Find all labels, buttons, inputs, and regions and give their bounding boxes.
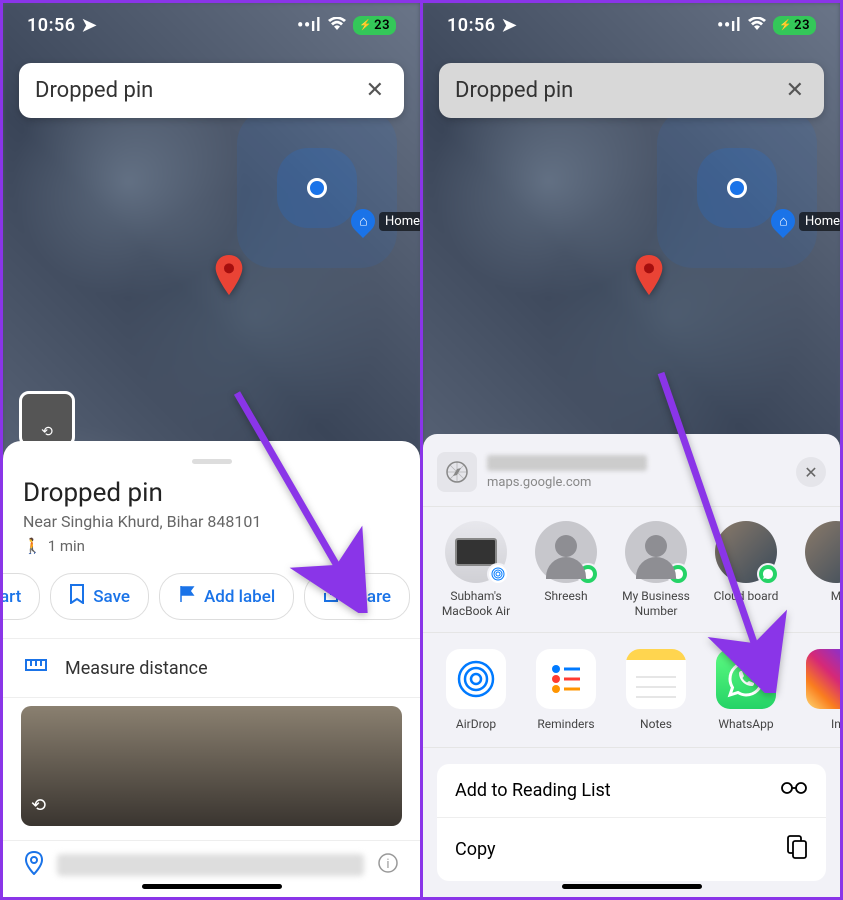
home-marker[interactable]: Home <box>771 209 840 233</box>
streetview-banner[interactable] <box>21 706 402 826</box>
contact-avatar <box>805 521 840 583</box>
whatsapp-badge-icon <box>577 563 599 585</box>
contact-item[interactable]: Shreesh <box>529 521 603 618</box>
streetview-thumbnail[interactable] <box>19 391 75 447</box>
measure-label: Measure distance <box>65 658 208 679</box>
share-button[interactable]: Share <box>304 573 410 620</box>
apps-row[interactable]: AirDrop Reminders Notes WhatsApp In <box>423 633 840 748</box>
status-time: 10:56 <box>447 15 496 36</box>
share-close-button[interactable]: ✕ <box>796 457 826 487</box>
walk-time: 🚶 1 min <box>3 531 420 555</box>
contact-avatar <box>445 521 507 583</box>
start-button[interactable]: art <box>3 573 40 620</box>
safari-icon <box>437 452 477 492</box>
home-indicator[interactable] <box>562 884 702 889</box>
contact-item[interactable]: My Business Number <box>619 521 693 618</box>
search-bar[interactable]: ✕ <box>19 63 404 118</box>
instagram-icon <box>806 649 840 709</box>
share-sheet[interactable]: maps.google.com ✕ Subham's MacBook Air S… <box>423 434 840 897</box>
current-location-dot <box>307 178 327 198</box>
app-whatsapp[interactable]: WhatsApp <box>709 649 783 731</box>
dropped-pin-marker[interactable] <box>635 255 663 295</box>
signal-icon: ••ıl <box>717 15 741 36</box>
search-input[interactable] <box>35 78 362 103</box>
place-address: Near Singhia Khurd, Bihar 848101 <box>3 508 420 531</box>
share-domain: maps.google.com <box>487 475 786 490</box>
share-title-blurred <box>487 455 647 471</box>
app-airdrop[interactable]: AirDrop <box>439 649 513 731</box>
home-label: Home <box>379 212 420 231</box>
status-bar: 10:56 ➤ ••ıl ⚡23 <box>423 3 840 47</box>
add-reading-list-row[interactable]: Add to Reading List <box>437 764 826 818</box>
walk-icon: 🚶 <box>23 537 42 555</box>
location-arrow-icon: ➤ <box>502 15 518 36</box>
airdrop-badge-icon <box>487 563 509 585</box>
copy-icon <box>786 834 808 865</box>
coordinates-blurred <box>57 854 364 876</box>
current-location-dot <box>727 178 747 198</box>
contact-avatar <box>715 521 777 583</box>
battery-badge: ⚡23 <box>773 16 816 35</box>
location-arrow-icon: ➤ <box>82 15 98 36</box>
search-bar[interactable]: ✕ <box>439 63 824 118</box>
sheet-handle[interactable] <box>192 459 232 464</box>
contact-item[interactable]: Subham's MacBook Air <box>439 521 513 618</box>
save-button[interactable]: Save <box>50 573 149 620</box>
glasses-icon <box>780 780 808 801</box>
share-action-list: Add to Reading List Copy <box>437 764 826 881</box>
flag-icon <box>178 585 196 608</box>
contact-avatar <box>535 521 597 583</box>
app-notes[interactable]: Notes <box>619 649 693 731</box>
reminders-icon <box>536 649 596 709</box>
status-time: 10:56 <box>27 15 76 36</box>
share-icon <box>323 584 339 609</box>
share-header: maps.google.com ✕ <box>423 446 840 506</box>
clear-search-icon[interactable]: ✕ <box>782 74 808 107</box>
place-sheet[interactable]: Dropped pin Near Singhia Khurd, Bihar 84… <box>3 441 420 897</box>
whatsapp-badge-icon <box>757 563 779 585</box>
whatsapp-icon <box>716 649 776 709</box>
info-icon[interactable]: i <box>378 853 398 877</box>
clear-search-icon[interactable]: ✕ <box>362 74 388 107</box>
home-label: Home <box>799 212 840 231</box>
airdrop-icon <box>446 649 506 709</box>
whatsapp-badge-icon <box>667 563 689 585</box>
app-reminders[interactable]: Reminders <box>529 649 603 731</box>
wifi-icon <box>747 15 767 36</box>
contact-avatar <box>625 521 687 583</box>
place-title: Dropped pin <box>3 478 420 508</box>
action-row: art Save Add label Share <box>3 555 420 638</box>
status-bar: 10:56 ➤ ••ıl ⚡23 <box>3 3 420 47</box>
dropped-pin-marker[interactable] <box>215 255 243 295</box>
home-marker[interactable]: Home <box>351 209 420 233</box>
contact-item[interactable]: M <box>799 521 840 618</box>
contact-item[interactable]: Cloud board <box>709 521 783 618</box>
add-label-button[interactable]: Add label <box>159 573 294 620</box>
screen-left: 10:56 ➤ ••ıl ⚡23 ✕ Home Dropped pin Near… <box>3 3 420 897</box>
ruler-icon <box>25 657 47 679</box>
home-indicator[interactable] <box>142 884 282 889</box>
wifi-icon <box>327 15 347 36</box>
copy-row[interactable]: Copy <box>437 818 826 881</box>
contacts-row[interactable]: Subham's MacBook Air Shreesh My Business… <box>423 506 840 633</box>
bookmark-icon <box>69 584 85 609</box>
home-pin-icon <box>766 204 800 238</box>
pin-outline-icon <box>25 851 43 879</box>
notes-icon <box>626 649 686 709</box>
measure-distance-row[interactable]: Measure distance <box>3 639 420 697</box>
svg-text:i: i <box>386 857 389 872</box>
signal-icon: ••ıl <box>297 15 321 36</box>
battery-badge: ⚡23 <box>353 16 396 35</box>
search-input[interactable] <box>455 78 782 103</box>
home-pin-icon <box>346 204 380 238</box>
screen-right: 10:56 ➤ ••ıl ⚡23 ✕ Home <box>423 3 840 897</box>
app-instagram[interactable]: In <box>799 649 840 731</box>
